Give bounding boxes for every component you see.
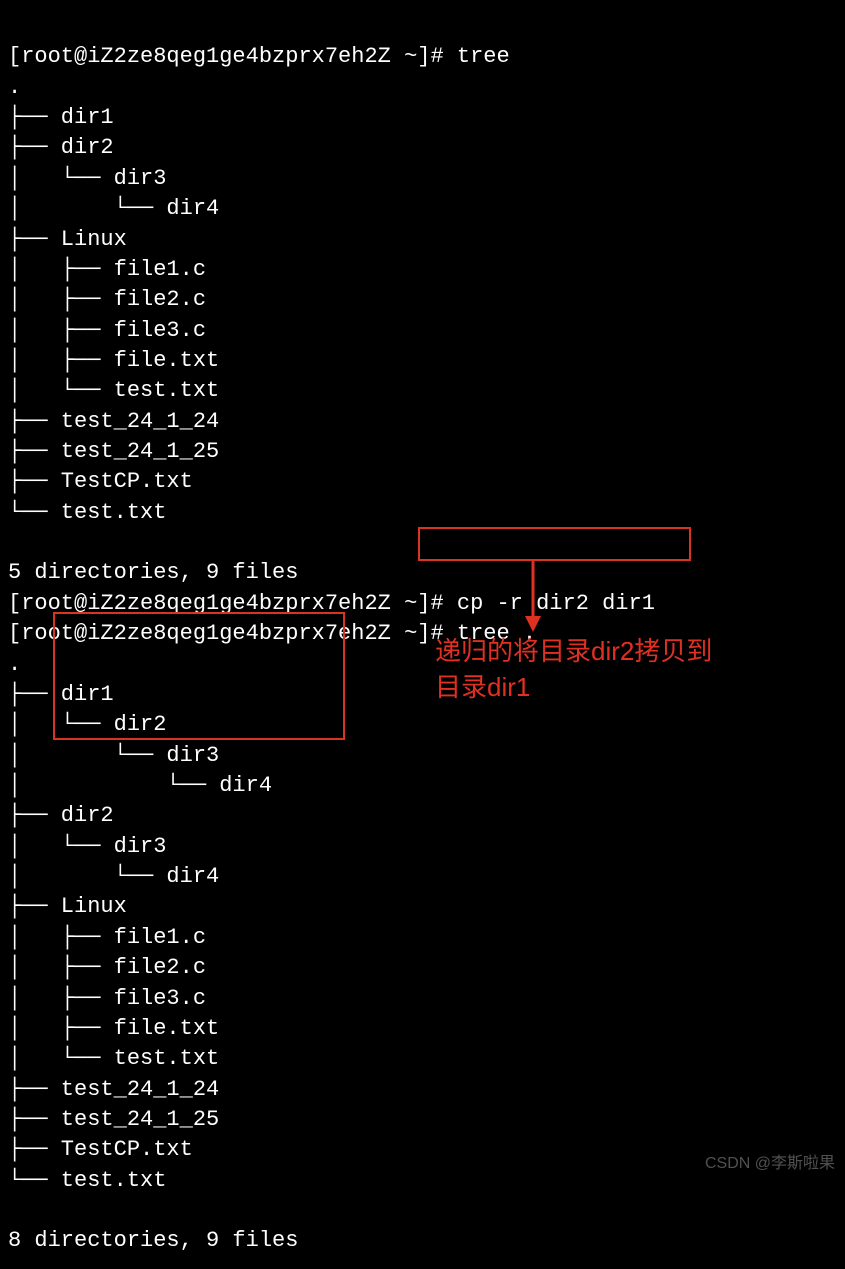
tree-output-2: . ├── dir1 │ └── dir2 │ └── dir3 │ └── d… — [8, 652, 272, 1193]
prompt-1: [root@iZ2ze8qeg1ge4bzprx7eh2Z ~]# — [8, 44, 457, 69]
summary-2: 8 directories, 9 files — [8, 1228, 298, 1253]
prompt-line-2: [root@iZ2ze8qeg1ge4bzprx7eh2Z ~]# cp -r … — [8, 591, 655, 616]
annotation-line-1: 递归的将目录dir2拷贝到 — [435, 633, 712, 669]
annotation-line-2: 目录dir1 — [435, 669, 712, 705]
summary-1: 5 directories, 9 files — [8, 560, 298, 585]
tree-output-1: . ├── dir1 ├── dir2 │ └── dir3 │ └── dir… — [8, 75, 219, 525]
annotation-text: 递归的将目录dir2拷贝到 目录dir1 — [435, 633, 712, 706]
prompt-2: [root@iZ2ze8qeg1ge4bzprx7eh2Z ~]# — [8, 591, 457, 616]
command-2: cp -r dir2 dir1 — [457, 591, 655, 616]
prompt-3: [root@iZ2ze8qeg1ge4bzprx7eh2Z ~]# — [8, 621, 457, 646]
terminal-output: [root@iZ2ze8qeg1ge4bzprx7eh2Z ~]# tree .… — [0, 0, 845, 1269]
command-1: tree — [457, 44, 510, 69]
watermark: CSDN @李斯啦果 — [705, 1149, 835, 1173]
prompt-line-1: [root@iZ2ze8qeg1ge4bzprx7eh2Z ~]# tree — [8, 44, 510, 69]
